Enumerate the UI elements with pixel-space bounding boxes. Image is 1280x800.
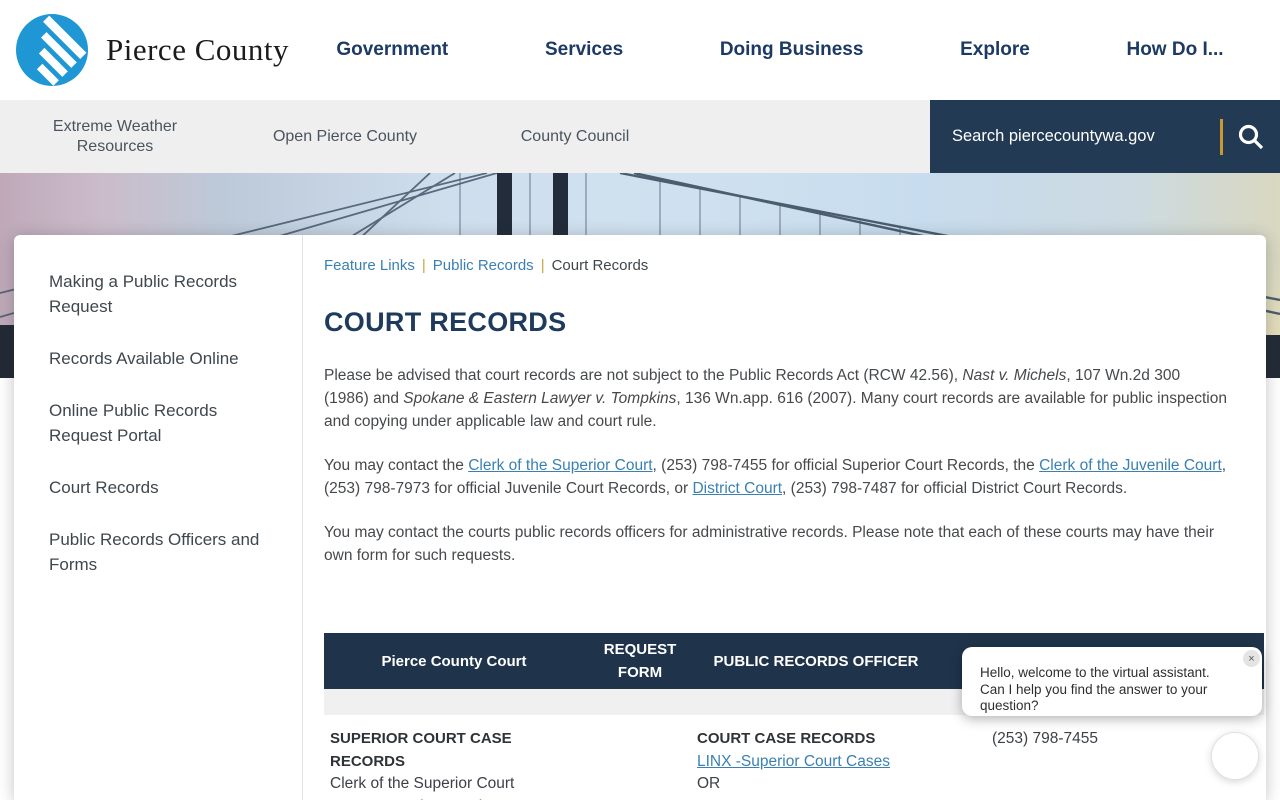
officer-or-label: OR [697, 775, 721, 792]
sidebar-item-court-records[interactable]: Court Records [49, 475, 280, 500]
cell-request-form [584, 715, 696, 800]
pierce-county-logo-icon [16, 14, 88, 86]
breadcrumb-current: Court Records [551, 257, 649, 274]
linx-superior-court-link[interactable]: LINX -Superior Court Cases [697, 753, 890, 770]
subnav-extreme-weather-resources[interactable]: Extreme Weather Resources [0, 100, 230, 173]
sidebar: Making a Public Records Request Records … [14, 235, 303, 800]
site-header: Pierce County Government Services Doing … [0, 0, 1280, 100]
subnav-open-pierce-county[interactable]: Open Pierce County [230, 100, 460, 173]
cell-court: SUPERIOR COURT CASE RECORDS Clerk of the… [324, 715, 584, 800]
main-nav: Government Services Doing Business Explo… [288, 39, 1280, 61]
breadcrumb-public-records[interactable]: Public Records [433, 257, 534, 274]
secondary-nav-links: Extreme Weather Resources Open Pierce Co… [0, 100, 690, 173]
cell-phone: (253) 798-7455 [936, 715, 1104, 800]
court-line: ATTN Records & Copies [330, 796, 583, 800]
clerk-superior-court-link[interactable]: Clerk of the Superior Court [468, 457, 652, 474]
nav-services[interactable]: Services [545, 39, 623, 61]
paragraph-contacts: You may contact the Clerk of the Superio… [324, 457, 1227, 497]
search-input[interactable] [950, 126, 1212, 147]
breadcrumb-separator: | [540, 257, 545, 274]
clerk-juvenile-court-link[interactable]: Clerk of the Juvenile Court [1039, 457, 1222, 474]
cell-officer: COURT CASE RECORDS LINX -Superior Court … [696, 715, 936, 800]
chat-launcher-button[interactable] [1211, 732, 1259, 780]
breadcrumb-feature-links[interactable]: Feature Links [324, 257, 415, 274]
search-icon[interactable] [1237, 123, 1264, 150]
subnav-county-council[interactable]: County Council [460, 100, 690, 173]
court-record-type: SUPERIOR COURT CASE RECORDS [330, 730, 512, 770]
nav-government[interactable]: Government [336, 39, 448, 61]
court-line: Clerk of the Superior Court [330, 775, 515, 792]
case-citation: Spokane & Eastern Lawyer v. Tompkins [403, 390, 677, 407]
search-divider [1220, 118, 1223, 155]
page-title: COURT RECORDS [324, 307, 567, 337]
table-row-superior-court: SUPERIOR COURT CASE RECORDS Clerk of the… [324, 715, 1264, 800]
breadcrumb-separator: | [421, 257, 426, 274]
breadcrumb: Feature Links | Public Records | Court Recor… [324, 257, 1266, 274]
case-citation: Nast v. Michels [962, 367, 1067, 384]
brand[interactable]: Pierce County [0, 14, 289, 86]
sidebar-item-records-online[interactable]: Records Available Online [49, 346, 280, 371]
col-header-court: Pierce County Court [324, 633, 584, 689]
sidebar-item-officers-forms[interactable]: Public Records Officers and Forms [49, 527, 280, 577]
nav-explore[interactable]: Explore [960, 39, 1030, 61]
paragraph-officers: You may contact the courts public record… [324, 524, 1214, 564]
chat-message: Hello, welcome to the virtual assistant.… [980, 665, 1210, 713]
sidebar-item-making-request[interactable]: Making a Public Records Request [49, 269, 280, 319]
chat-bubble: × Hello, welcome to the virtual assistan… [962, 647, 1262, 716]
secondary-nav: Extreme Weather Resources Open Pierce Co… [0, 100, 1280, 173]
sidebar-item-request-portal[interactable]: Online Public Records Request Portal [49, 398, 280, 448]
officer-record-type: COURT CASE RECORDS [697, 730, 876, 747]
nav-doing-business[interactable]: Doing Business [720, 39, 864, 61]
site-search [930, 100, 1280, 173]
col-header-officer: PUBLIC RECORDS OFFICER [696, 633, 936, 689]
nav-how-do-i[interactable]: How Do I... [1126, 39, 1223, 61]
brand-name: Pierce County [106, 32, 289, 67]
col-header-request-form: REQUEST FORM [584, 633, 696, 689]
close-icon[interactable]: × [1243, 650, 1260, 667]
district-court-link[interactable]: District Court [692, 480, 782, 497]
paragraph-records-act: Please be advised that court records are… [324, 367, 1227, 430]
